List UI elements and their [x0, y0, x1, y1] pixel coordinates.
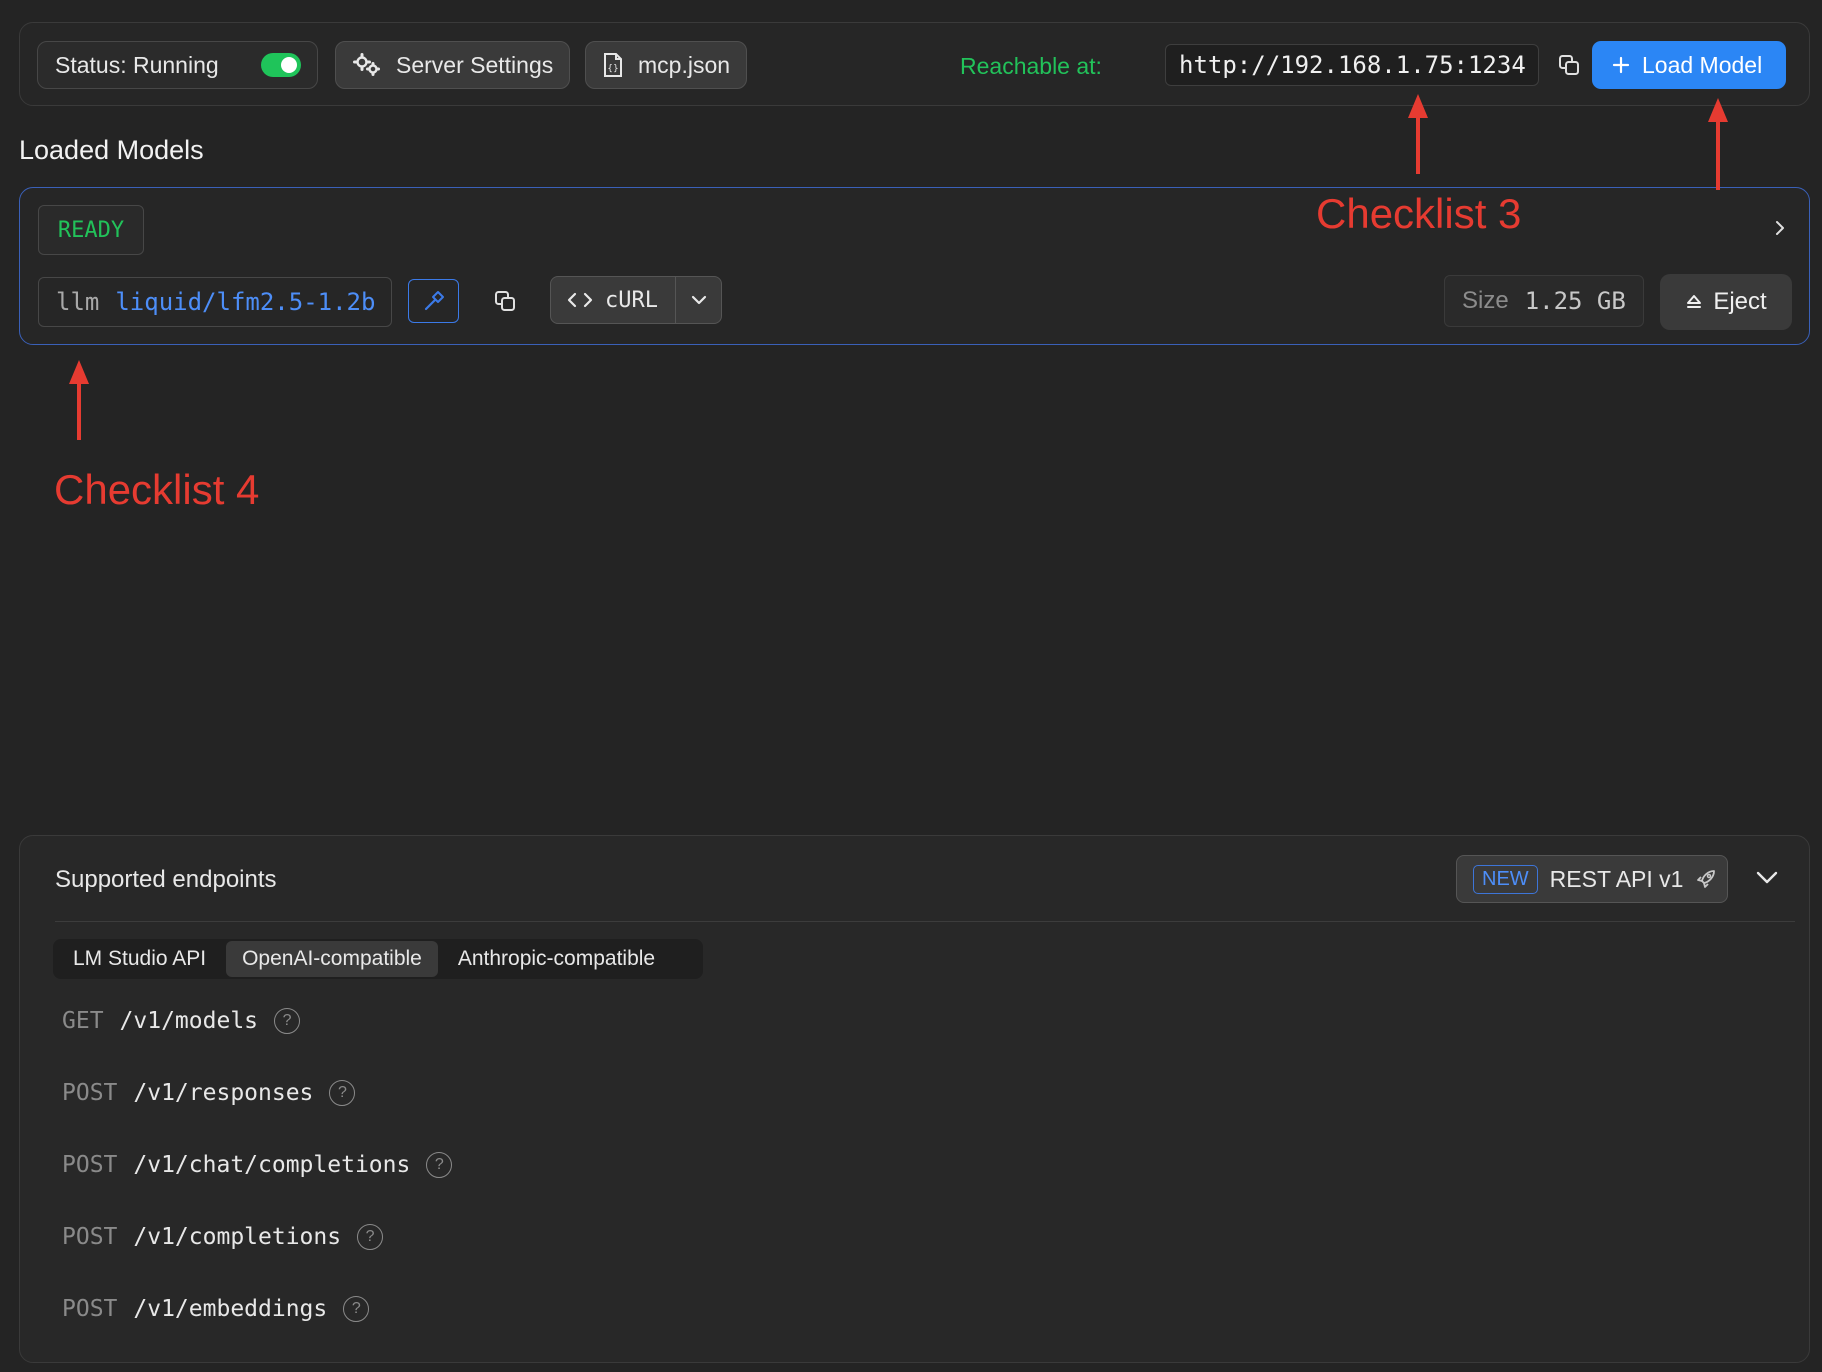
divider: [55, 921, 1795, 922]
eject-icon: [1687, 295, 1702, 308]
tools-button[interactable]: [408, 279, 459, 323]
tab-anthropic-compatible[interactable]: Anthropic-compatible: [442, 941, 671, 977]
server-settings-label: Server Settings: [396, 51, 554, 78]
size-value: 1.25 GB: [1524, 287, 1626, 315]
help-icon[interactable]: ?: [343, 1296, 370, 1322]
load-model-label: Load Model: [1642, 51, 1763, 78]
endpoint-method: POST: [62, 1296, 118, 1322]
annotation-checklist-4: Checklist 4: [54, 466, 260, 513]
rocket-icon: [1697, 870, 1716, 888]
endpoint-row: POST /v1/chat/completions ?: [62, 1152, 453, 1178]
model-identifier: llm liquid/lfm2.5-1.2b: [38, 277, 392, 327]
chevron-down-icon: [691, 295, 706, 305]
annotation-arrow-url: [1408, 94, 1428, 174]
new-badge: NEW: [1473, 864, 1538, 894]
endpoint-row: POST /v1/completions ?: [62, 1224, 384, 1250]
model-size: Size 1.25 GB: [1444, 275, 1644, 327]
hammer-icon: [424, 291, 444, 311]
model-name: liquid/lfm2.5-1.2b: [115, 288, 376, 316]
help-icon[interactable]: ?: [357, 1224, 384, 1250]
status-label: Status: Running: [55, 51, 219, 78]
model-status: READY: [57, 217, 125, 243]
loaded-models-title: Loaded Models: [19, 135, 204, 165]
endpoint-row: POST /v1/embeddings ?: [62, 1296, 370, 1322]
endpoint-path: /v1/embeddings: [133, 1296, 328, 1322]
running-toggle[interactable]: [261, 53, 301, 77]
help-icon[interactable]: ?: [426, 1152, 453, 1178]
endpoint-method: POST: [62, 1080, 118, 1106]
gears-icon: [353, 53, 380, 76]
svg-text:{}: {}: [607, 64, 618, 74]
loaded-model-card[interactable]: READY llm liquid/lfm2.5-1.2b cURL Size 1…: [19, 187, 1810, 345]
server-settings-button[interactable]: Server Settings: [335, 41, 571, 89]
tab-lm-studio-api[interactable]: LM Studio API: [57, 941, 222, 977]
chevron-right-icon[interactable]: [1771, 219, 1789, 237]
curl-dropdown[interactable]: [676, 277, 721, 323]
endpoint-row: GET /v1/models ?: [62, 1008, 301, 1034]
copy-url-icon[interactable]: [1557, 53, 1581, 77]
annotation-arrow-load: [1708, 98, 1728, 190]
supported-endpoints-panel: Supported endpoints NEW REST API v1 LM S…: [19, 835, 1810, 1363]
api-tabs: LM Studio API OpenAI-compatible Anthropi…: [53, 939, 703, 979]
mcp-json-button[interactable]: {} mcp.json: [585, 41, 748, 89]
curl-copy[interactable]: cURL: [551, 277, 676, 323]
endpoints-title: Supported endpoints: [55, 866, 277, 893]
annotation-arrow-model: [69, 360, 89, 440]
server-url: http://192.168.1.75:1234: [1179, 51, 1526, 79]
endpoint-method: POST: [62, 1152, 118, 1178]
rest-api-label: REST API v1: [1549, 865, 1684, 892]
server-status-toggle[interactable]: Status: Running: [37, 41, 318, 89]
eject-button[interactable]: Eject: [1660, 274, 1792, 330]
tab-openai-compatible[interactable]: OpenAI-compatible: [226, 941, 438, 977]
eject-label: Eject: [1713, 288, 1767, 315]
load-model-button[interactable]: Load Model: [1592, 41, 1786, 89]
endpoint-method: GET: [62, 1008, 104, 1034]
endpoint-path: /v1/chat/completions: [133, 1152, 411, 1178]
model-status-badge: READY: [38, 205, 144, 255]
endpoint-method: POST: [62, 1224, 118, 1250]
reachable-label: Reachable at:: [960, 53, 1102, 79]
endpoint-path: /v1/responses: [133, 1080, 314, 1106]
server-toolbar: Status: Running Server Settings {} mcp.j…: [19, 22, 1810, 106]
size-label: Size: [1462, 287, 1509, 314]
rest-api-button[interactable]: NEW REST API v1: [1456, 855, 1728, 903]
annotation-checklist-3: Checklist 3: [1316, 190, 1522, 237]
endpoint-path: /v1/models: [119, 1008, 259, 1034]
help-icon[interactable]: ?: [329, 1080, 356, 1106]
json-file-icon: {}: [604, 53, 622, 77]
endpoint-path: /v1/completions: [133, 1224, 342, 1250]
endpoint-row: POST /v1/responses ?: [62, 1080, 356, 1106]
mcp-json-label: mcp.json: [638, 51, 731, 78]
server-url-field[interactable]: http://192.168.1.75:1234: [1165, 44, 1539, 86]
curl-label: cURL: [605, 287, 658, 313]
plus-icon: [1612, 56, 1630, 74]
model-type: llm: [56, 288, 100, 316]
collapse-chevron-icon[interactable]: [1754, 869, 1780, 887]
code-icon: [567, 292, 593, 308]
help-icon[interactable]: ?: [274, 1008, 301, 1034]
curl-button[interactable]: cURL: [550, 276, 722, 324]
copy-model-icon[interactable]: [493, 289, 517, 313]
